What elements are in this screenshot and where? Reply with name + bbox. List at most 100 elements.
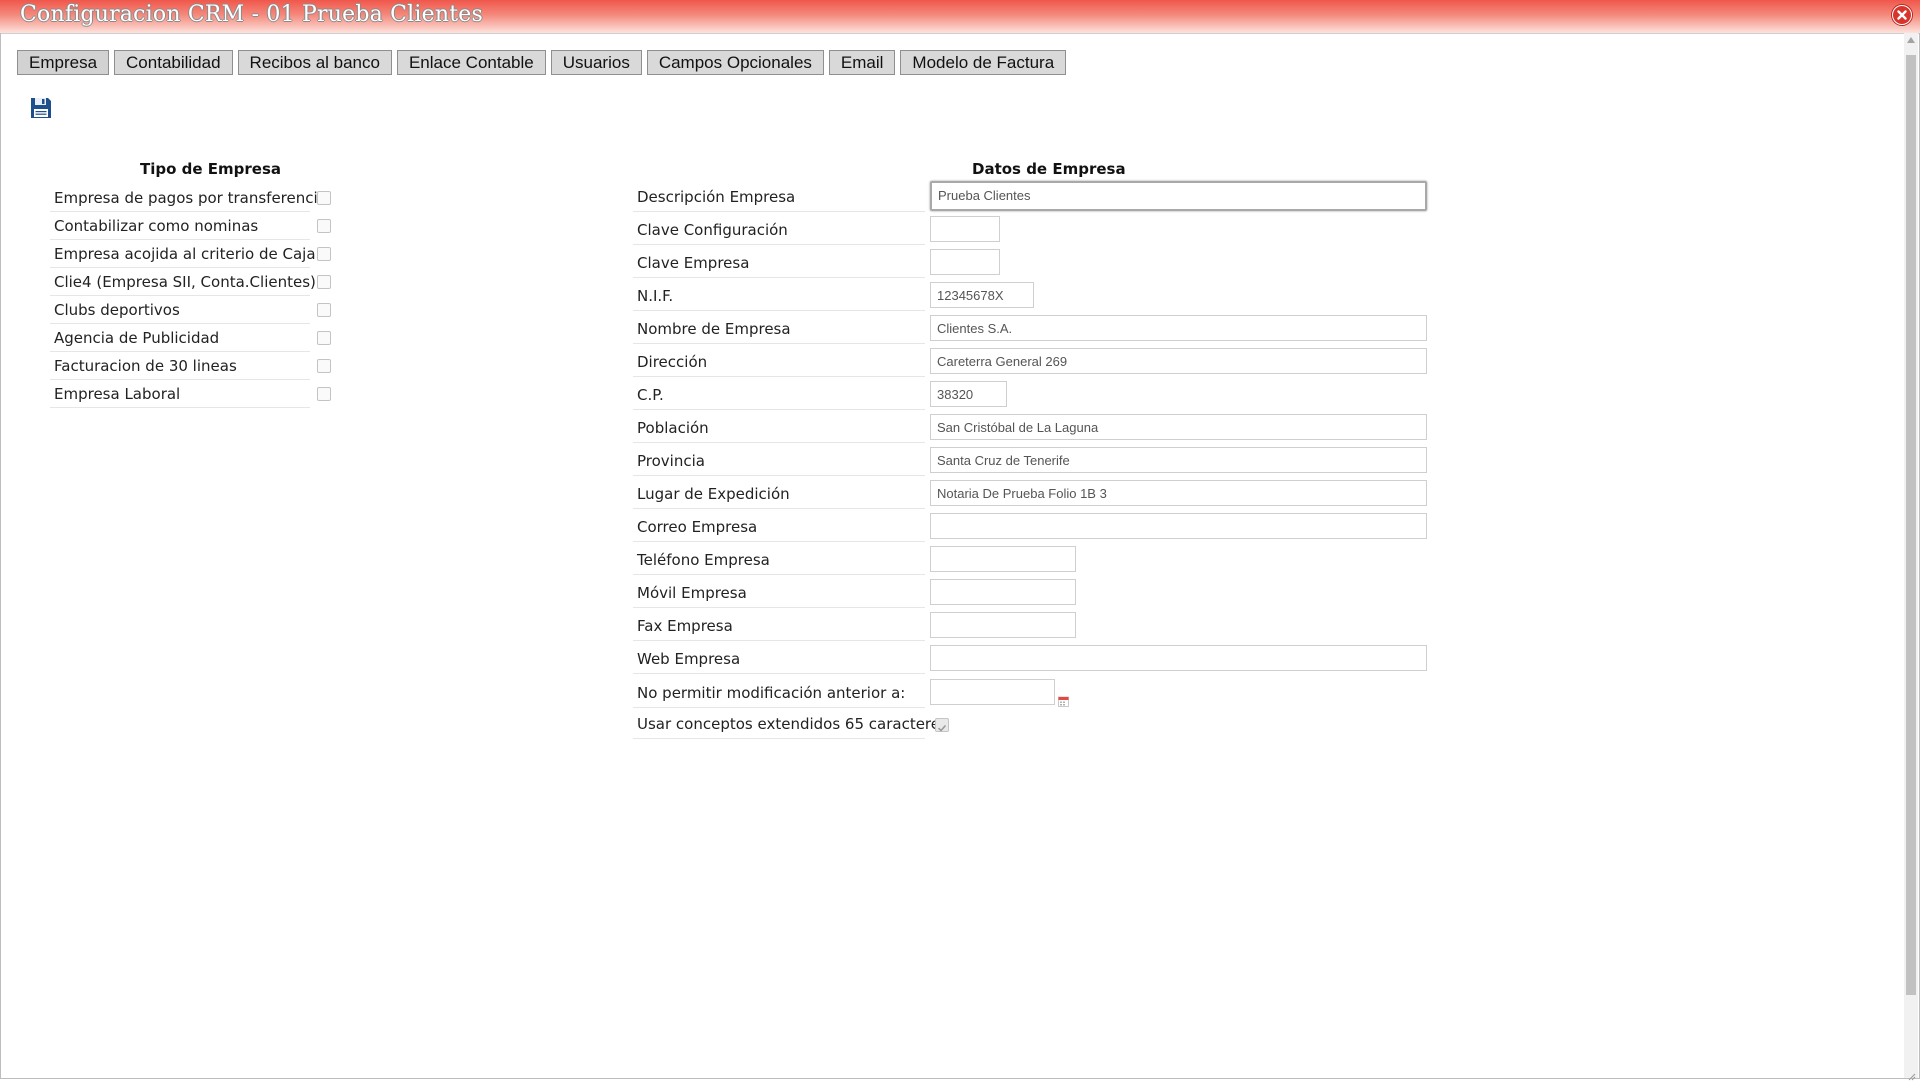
form-row: Nombre de Empresa Clientes S.A. — [633, 314, 1433, 347]
tipo-empresa-checkbox[interactable] — [317, 331, 331, 345]
provincia-input[interactable]: Santa Cruz de Tenerife — [930, 447, 1427, 473]
form-row: Provincia Santa Cruz de Tenerife — [633, 446, 1433, 479]
row-divider — [633, 574, 925, 575]
nif-label: N.I.F. — [637, 287, 674, 305]
form-row: N.I.F. 12345678X — [633, 281, 1433, 314]
form-row: Web Empresa — [633, 644, 1433, 677]
telefono-empresa-label: Teléfono Empresa — [637, 551, 770, 569]
cp-input[interactable]: 38320 — [930, 381, 1007, 407]
tipo-empresa-label: Clubs deportivos — [54, 301, 180, 319]
row-divider — [50, 295, 310, 296]
conceptos-extendidos-label: Usar conceptos extendidos 65 caracteres — [637, 715, 948, 733]
scrollbar-thumb[interactable] — [1906, 55, 1916, 995]
clave-configuracion-label: Clave Configuración — [637, 221, 788, 239]
row-divider — [633, 738, 925, 739]
lugar-expedicion-input[interactable]: Notaria De Prueba Folio 1B 3 — [930, 480, 1427, 506]
tab-enlace-contable[interactable]: Enlace Contable — [396, 50, 546, 75]
tipo-empresa-row: Clubs deportivos — [50, 297, 333, 325]
descripcion-empresa-label: Descripción Empresa — [637, 188, 796, 206]
cp-label: C.P. — [637, 386, 664, 404]
title-bar: Configuracion CRM - 01 Prueba Clientes — [0, 0, 1920, 34]
fax-empresa-input[interactable] — [930, 612, 1076, 638]
nombre-empresa-input[interactable]: Clientes S.A. — [930, 315, 1427, 341]
floppy-disk-icon[interactable] — [29, 96, 53, 120]
row-divider — [633, 211, 925, 212]
tab-contabilidad[interactable]: Contabilidad — [114, 50, 233, 75]
tipo-empresa-row: Empresa acojida al criterio de Caja — [50, 241, 333, 269]
descripcion-empresa-input[interactable]: Prueba Clientes — [930, 181, 1427, 211]
clave-empresa-label: Clave Empresa — [637, 254, 750, 272]
form-row: C.P. 38320 — [633, 380, 1433, 413]
poblacion-input[interactable]: San Cristóbal de La Laguna — [930, 414, 1427, 440]
tipo-empresa-checkbox[interactable] — [317, 359, 331, 373]
form-row: Dirección Careterra General 269 — [633, 347, 1433, 380]
row-divider — [633, 343, 925, 344]
provincia-label: Provincia — [637, 452, 705, 470]
tipo-empresa-row: Empresa de pagos por transferencia — [50, 185, 333, 213]
row-divider — [50, 379, 310, 380]
tipo-empresa-checkbox[interactable] — [317, 303, 331, 317]
tab-modelo-de-factura[interactable]: Modelo de Factura — [900, 50, 1067, 75]
form-row: No permitir modificación anterior a: — [633, 678, 1433, 711]
tipo-empresa-list: Empresa de pagos por transferencia Conta… — [50, 185, 333, 409]
row-divider — [50, 211, 310, 212]
correo-empresa-input[interactable] — [930, 513, 1427, 539]
tipo-empresa-label: Empresa Laboral — [54, 385, 181, 403]
form-row: Usar conceptos extendidos 65 caracteres — [633, 709, 1433, 742]
tab-email[interactable]: Email — [828, 50, 896, 75]
row-divider — [50, 407, 310, 408]
window-title: Configuracion CRM - 01 Prueba Clientes — [20, 2, 483, 27]
row-divider — [633, 673, 925, 674]
fecha-limite-label: No permitir modificación anterior a: — [637, 684, 906, 702]
correo-empresa-label: Correo Empresa — [637, 518, 758, 536]
form-row: Clave Empresa — [633, 248, 1433, 281]
tipo-empresa-label: Facturacion de 30 lineas — [54, 357, 237, 375]
tipo-empresa-checkbox[interactable] — [317, 191, 331, 205]
telefono-empresa-input[interactable] — [930, 546, 1076, 572]
vertical-scrollbar[interactable] — [1904, 33, 1918, 1078]
form-row: Clave Configuración — [633, 215, 1433, 248]
web-empresa-input[interactable] — [930, 645, 1427, 671]
tipo-empresa-label: Empresa acojida al criterio de Caja — [54, 245, 316, 263]
nif-input[interactable]: 12345678X — [930, 282, 1034, 308]
close-icon[interactable] — [1892, 5, 1912, 25]
tipo-empresa-label: Clie4 (Empresa SII, Conta.Clientes) — [54, 273, 316, 291]
row-divider — [633, 640, 925, 641]
row-divider — [633, 310, 925, 311]
tipo-empresa-checkbox[interactable] — [317, 219, 331, 233]
tab-bar: Empresa Contabilidad Recibos al banco En… — [17, 50, 1067, 75]
form-row: Correo Empresa — [633, 512, 1433, 545]
tipo-empresa-checkbox[interactable] — [317, 275, 331, 289]
dialog-body: Empresa Contabilidad Recibos al banco En… — [0, 33, 1920, 1079]
direccion-input[interactable]: Careterra General 269 — [930, 348, 1427, 374]
tipo-empresa-label: Contabilizar como nominas — [54, 217, 259, 235]
calendar-icon[interactable] — [1058, 692, 1069, 707]
tab-recibos-al-banco[interactable]: Recibos al banco — [237, 50, 392, 75]
movil-empresa-input[interactable] — [930, 579, 1076, 605]
tipo-empresa-checkbox[interactable] — [317, 387, 331, 401]
row-divider — [50, 323, 310, 324]
fecha-limite-input[interactable] — [930, 679, 1055, 705]
tab-campos-opcionales[interactable]: Campos Opcionales — [646, 50, 824, 75]
tab-empresa[interactable]: Empresa — [17, 50, 110, 75]
row-divider — [50, 351, 310, 352]
clave-empresa-input[interactable] — [930, 249, 1000, 275]
tipo-empresa-checkbox[interactable] — [317, 247, 331, 261]
form-row: Lugar de Expedición Notaria De Prueba Fo… — [633, 479, 1433, 512]
clave-configuracion-input[interactable] — [930, 216, 1000, 242]
tipo-empresa-title: Tipo de Empresa — [140, 160, 282, 178]
tipo-empresa-label: Empresa de pagos por transferencia — [54, 189, 327, 207]
conceptos-extendidos-checkbox[interactable] — [935, 718, 949, 732]
row-divider — [633, 541, 925, 542]
movil-empresa-label: Móvil Empresa — [637, 584, 747, 602]
tipo-empresa-row: Empresa Laboral — [50, 381, 333, 409]
row-divider — [633, 409, 925, 410]
row-divider — [633, 376, 925, 377]
row-divider — [633, 607, 925, 608]
tab-usuarios[interactable]: Usuarios — [550, 50, 642, 75]
row-divider — [633, 707, 925, 708]
scroll-up-arrow-icon[interactable] — [1907, 37, 1915, 43]
resize-grip-icon[interactable] — [1906, 1066, 1916, 1081]
web-empresa-label: Web Empresa — [637, 650, 741, 668]
nombre-empresa-label: Nombre de Empresa — [637, 320, 791, 338]
